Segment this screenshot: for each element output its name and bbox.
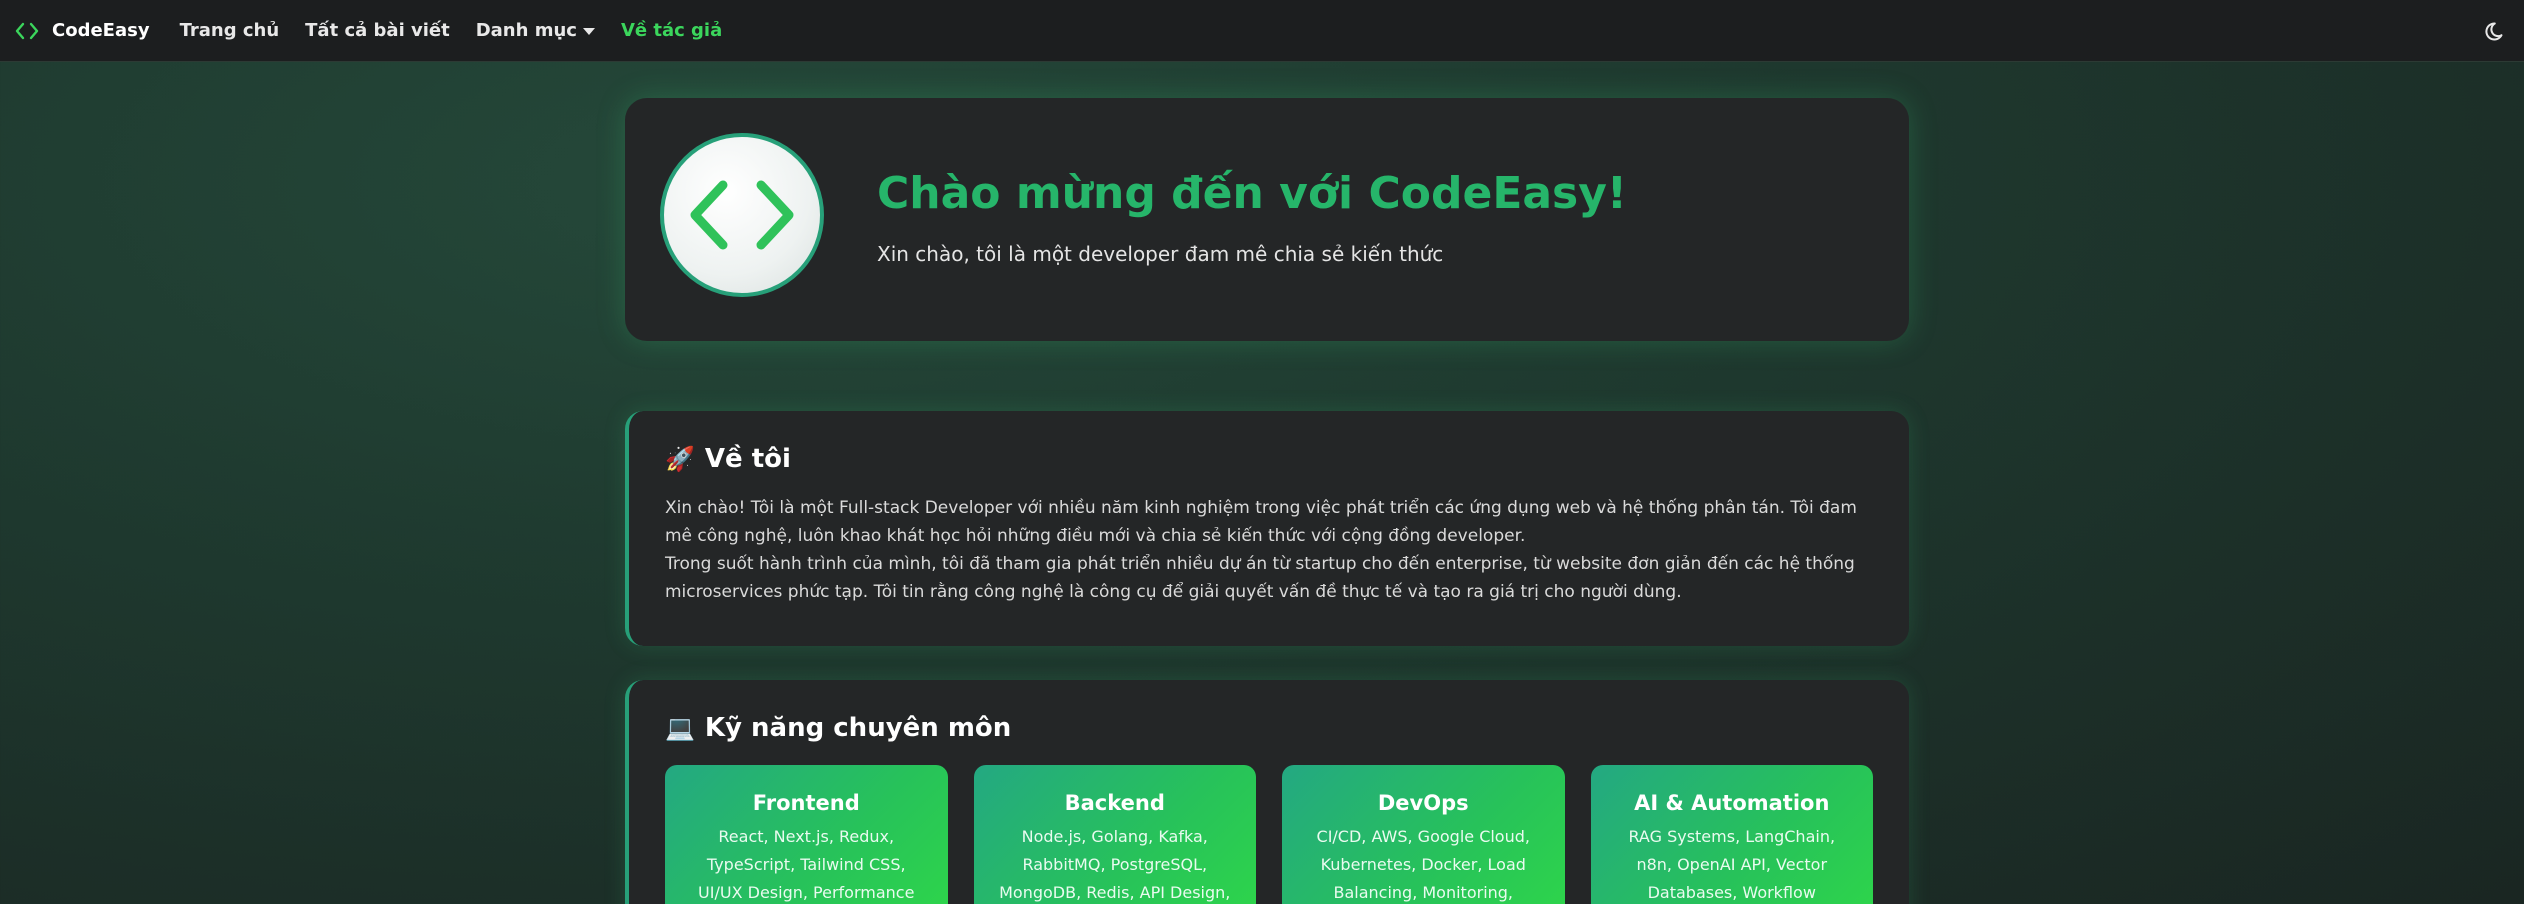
about-heading: 🚀 Về tôi xyxy=(665,444,1873,474)
about-paragraph: Xin chào! Tôi là một Full-stack Develope… xyxy=(665,498,1857,546)
hero-card: Chào mừng đến với CodeEasy! Xin chào, tô… xyxy=(625,98,1909,341)
about-body: Xin chào! Tôi là một Full-stack Develope… xyxy=(665,494,1873,606)
top-navbar: CodeEasy Trang chủ Tất cả bài viết Danh … xyxy=(0,0,2524,62)
nav-item-home[interactable]: Trang chủ xyxy=(180,20,280,41)
code-brackets-icon xyxy=(14,21,40,41)
brand-name: CodeEasy xyxy=(52,20,150,41)
skill-card-title: Backend xyxy=(1064,791,1165,815)
skill-card-description: CI/CD, AWS, Google Cloud, Kubernetes, Do… xyxy=(1316,827,1530,902)
skill-card-title: DevOps xyxy=(1377,791,1469,815)
hero-subtitle: Xin chào, tôi là một developer đam mê ch… xyxy=(877,242,1444,266)
nav-item-label: Danh mục xyxy=(475,20,577,41)
skill-card-frontend: Frontend React, Next.js, Redux, TypeScri… xyxy=(665,765,948,904)
skill-card-title: Frontend xyxy=(752,791,860,815)
hero-title: Chào mừng đến với CodeEasy! xyxy=(877,168,1627,219)
laptop-icon: 💻 xyxy=(665,714,695,742)
avatar xyxy=(660,133,824,297)
theme-toggle-button[interactable] xyxy=(2484,18,2510,44)
about-section: 🚀 Về tôi Xin chào! Tôi là một Full-stack… xyxy=(625,411,1909,646)
skill-grid: Frontend React, Next.js, Redux, TypeScri… xyxy=(665,765,1873,904)
code-brackets-icon xyxy=(690,180,794,250)
skill-card-devops: DevOps CI/CD, AWS, Google Cloud, Kuberne… xyxy=(1282,765,1565,904)
skills-heading: 💻 Kỹ năng chuyên môn xyxy=(665,713,1873,743)
rocket-icon: 🚀 xyxy=(665,445,695,473)
nav-item-label: Về tác giả xyxy=(620,20,723,41)
skill-card-ai-automation: AI & Automation RAG Systems, LangChain, … xyxy=(1590,765,1873,904)
about-title: Về tôi xyxy=(704,444,791,474)
brand-link[interactable]: CodeEasy xyxy=(14,20,150,41)
nav-item-about-author[interactable]: Về tác giả xyxy=(621,20,722,41)
skills-section: 💻 Kỹ năng chuyên môn Frontend React, Nex… xyxy=(625,680,1909,904)
skills-title: Kỹ năng chuyên môn xyxy=(704,713,1012,743)
about-paragraph: Trong suốt hành trình của mình, tôi đã t… xyxy=(665,554,1855,602)
skill-card-backend: Backend Node.js, Golang, Kafka, RabbitMQ… xyxy=(973,765,1256,904)
nav-item-label: Trang chủ xyxy=(179,20,280,41)
nav-item-label: Tất cả bài viết xyxy=(305,20,450,41)
skill-card-title: AI & Automation xyxy=(1634,791,1830,815)
nav-item-all-posts[interactable]: Tất cả bài viết xyxy=(305,20,450,41)
moon-icon xyxy=(2485,22,2503,41)
nav-item-categories[interactable]: Danh mục xyxy=(476,20,595,41)
skill-card-description: Node.js, Golang, Kafka, RabbitMQ, Postgr… xyxy=(999,827,1231,902)
chevron-down-icon xyxy=(582,28,595,35)
skill-card-description: RAG Systems, LangChain, n8n, OpenAI API,… xyxy=(1628,827,1836,902)
skill-card-description: React, Next.js, Redux, TypeScript, Tailw… xyxy=(698,827,915,902)
